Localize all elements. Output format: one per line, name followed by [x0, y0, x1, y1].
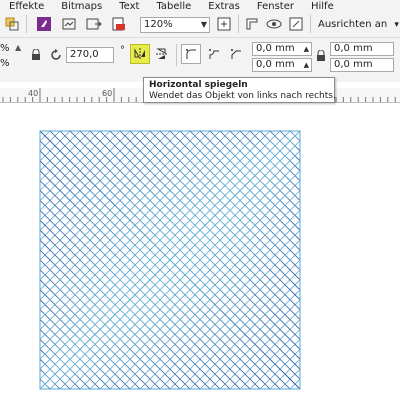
mirror-vertical-button[interactable]: [152, 44, 172, 64]
degree-symbol: °: [120, 45, 125, 56]
round-corner-button[interactable]: [181, 44, 201, 64]
rotation-angle-value: 270,0: [70, 49, 99, 60]
export-icon[interactable]: [84, 14, 104, 34]
tooltip-title: Horizontal spiegeln: [149, 80, 248, 90]
round-corner-icon: [186, 49, 196, 59]
import-icon[interactable]: [59, 14, 79, 34]
menu-text[interactable]: Text: [119, 1, 139, 12]
corner-radius-value: 0,0 mm: [256, 59, 295, 70]
corner-radius-value: 0,0 mm: [334, 59, 373, 70]
rotation-angle-input[interactable]: 270,0: [66, 47, 114, 63]
align-to-label: Ausrichten an: [318, 19, 388, 30]
corner-radius-value: 0,0 mm: [256, 43, 295, 54]
menu-effekte[interactable]: Effekte: [9, 1, 44, 12]
menu-bar: Effekte Bitmaps Text Tabelle Extras Fens…: [0, 0, 400, 12]
chamfered-corner-button[interactable]: [226, 44, 246, 64]
drawing-canvas[interactable]: [0, 103, 400, 408]
lock-ratio-icon[interactable]: [31, 48, 41, 64]
mirror-horizontal-icon: [134, 48, 145, 60]
dynamic-guides-icon[interactable]: [286, 14, 306, 34]
corner-radius-bottom-right-input[interactable]: 0,0 mm: [330, 58, 394, 72]
corner-radius-top-left-input[interactable]: 0,0 mm ▲: [252, 42, 312, 56]
launch-icon[interactable]: [34, 14, 54, 34]
menu-fenster[interactable]: Fenster: [257, 1, 294, 12]
rotate-icon: [49, 48, 63, 65]
chevron-down-icon: ▼: [200, 20, 207, 29]
zoom-level-combo[interactable]: 120% ▼: [140, 17, 210, 33]
ruler-label: 40: [28, 89, 39, 98]
menu-extras[interactable]: Extras: [208, 1, 240, 12]
mirror-vertical-icon: [156, 48, 168, 59]
corner-radius-value: 0,0 mm: [334, 43, 373, 54]
tooltip: Horizontal spiegeln Wendet das Objekt vo…: [143, 77, 336, 103]
scale-y-unit: %: [0, 58, 10, 69]
link-corners-icon[interactable]: [316, 49, 326, 65]
publish-pdf-icon[interactable]: [109, 14, 129, 34]
spinner-icon: ▲: [303, 45, 309, 53]
zoom-level-value: 120%: [144, 19, 173, 30]
chevron-down-icon: ▾: [394, 20, 399, 30]
scalloped-corner-button[interactable]: [204, 44, 224, 64]
chevron-up-icon[interactable]: ▲: [15, 43, 21, 52]
menu-bitmaps[interactable]: Bitmaps: [61, 1, 102, 12]
mirror-horizontal-button[interactable]: [130, 44, 150, 64]
arrange-icon[interactable]: [2, 14, 22, 34]
corner-radius-bottom-left-input[interactable]: 0,0 mm ▲: [252, 58, 312, 72]
visibility-eye-icon[interactable]: [264, 14, 284, 34]
chamfered-corner-icon: [231, 49, 241, 59]
snap-to-icon[interactable]: [242, 14, 262, 34]
standard-toolbar: 120% ▼ Ausrichten an ▾: [0, 12, 400, 38]
full-page-view-icon[interactable]: [214, 14, 234, 34]
corner-radius-top-right-input[interactable]: 0,0 mm: [330, 42, 394, 56]
scalloped-corner-icon: [209, 49, 219, 59]
spinner-icon: ▲: [303, 61, 309, 69]
menu-hilfe[interactable]: Hilfe: [311, 1, 334, 12]
string-art-graphic[interactable]: [0, 103, 400, 408]
align-to-dropdown[interactable]: Ausrichten an ▾: [318, 19, 399, 30]
menu-tabelle[interactable]: Tabelle: [156, 1, 191, 12]
property-bar: % % ▲ 270,0 ° 0,0 mm ▲ 0,0 mm ▲ 0,0 mm 0…: [0, 38, 400, 82]
tooltip-description: Wendet das Objekt von links nach rechts.: [149, 91, 336, 101]
ruler-label: 60: [102, 89, 113, 98]
scale-x-unit: %: [0, 43, 10, 54]
